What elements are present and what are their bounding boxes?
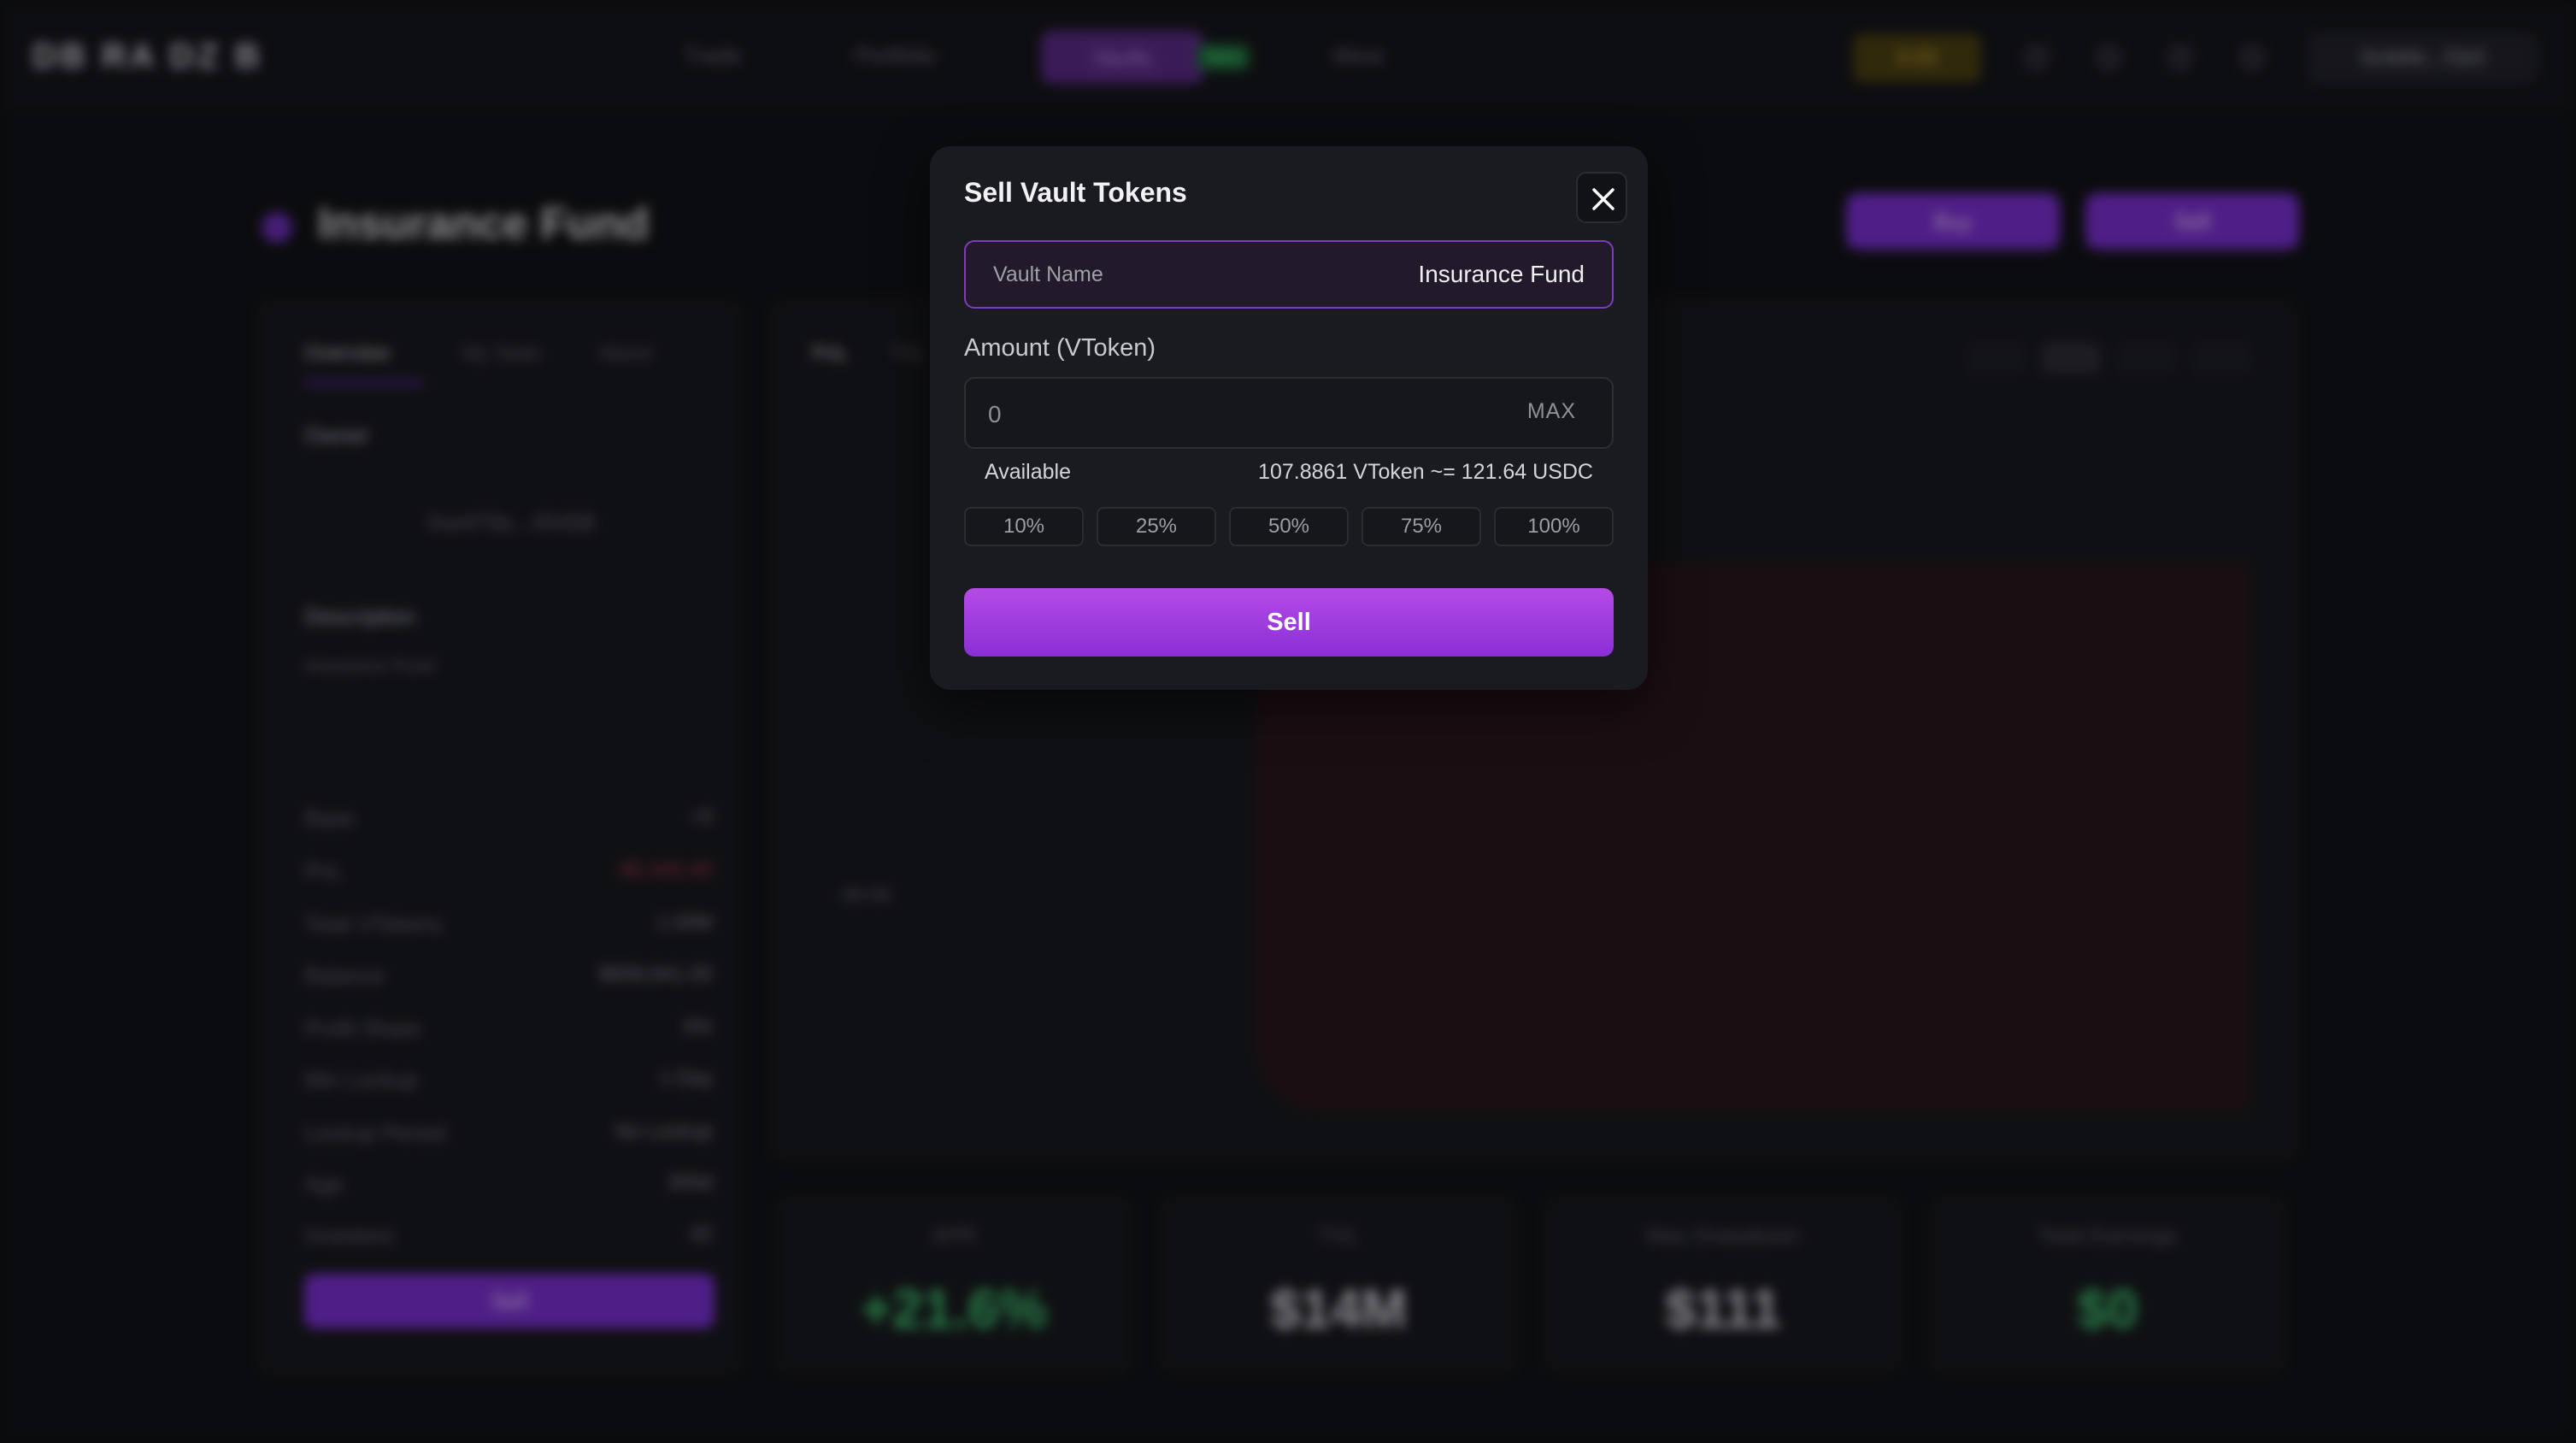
percent-25-button[interactable]: 25%	[1097, 507, 1216, 546]
percent-50-button[interactable]: 50%	[1229, 507, 1349, 546]
amount-field[interactable]: MAX	[964, 377, 1614, 449]
vault-name-label: Vault Name	[993, 262, 1103, 286]
close-button[interactable]	[1576, 172, 1627, 223]
percent-75-button[interactable]: 75%	[1362, 507, 1481, 546]
percent-10-button[interactable]: 10%	[964, 507, 1084, 546]
percent-options: 10% 25% 50% 75% 100%	[964, 507, 1614, 546]
available-value: 107.8861 VToken ~= 121.64 USDC	[1258, 460, 1593, 484]
sell-vault-tokens-modal: Sell Vault Tokens Vault Name Insurance F…	[930, 146, 1648, 690]
vault-name-value: Insurance Fund	[1418, 261, 1585, 287]
percent-100-button[interactable]: 100%	[1494, 507, 1614, 546]
close-icon	[1592, 188, 1614, 210]
amount-input[interactable]	[986, 396, 1468, 433]
modal-title: Sell Vault Tokens	[964, 177, 1187, 208]
amount-label: Amount (VToken)	[964, 334, 1156, 362]
available-label: Available	[985, 460, 1072, 484]
sell-button[interactable]: Sell	[964, 588, 1614, 657]
vault-name-field: Vault Name Insurance Fund	[964, 240, 1614, 309]
max-button[interactable]: MAX	[1527, 399, 1576, 424]
